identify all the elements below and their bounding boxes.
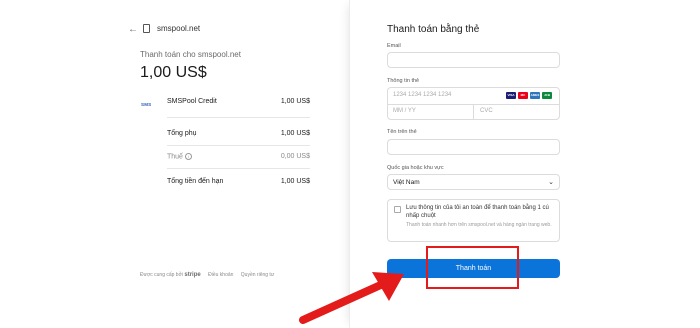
red-arrow-annotation [299,272,404,324]
